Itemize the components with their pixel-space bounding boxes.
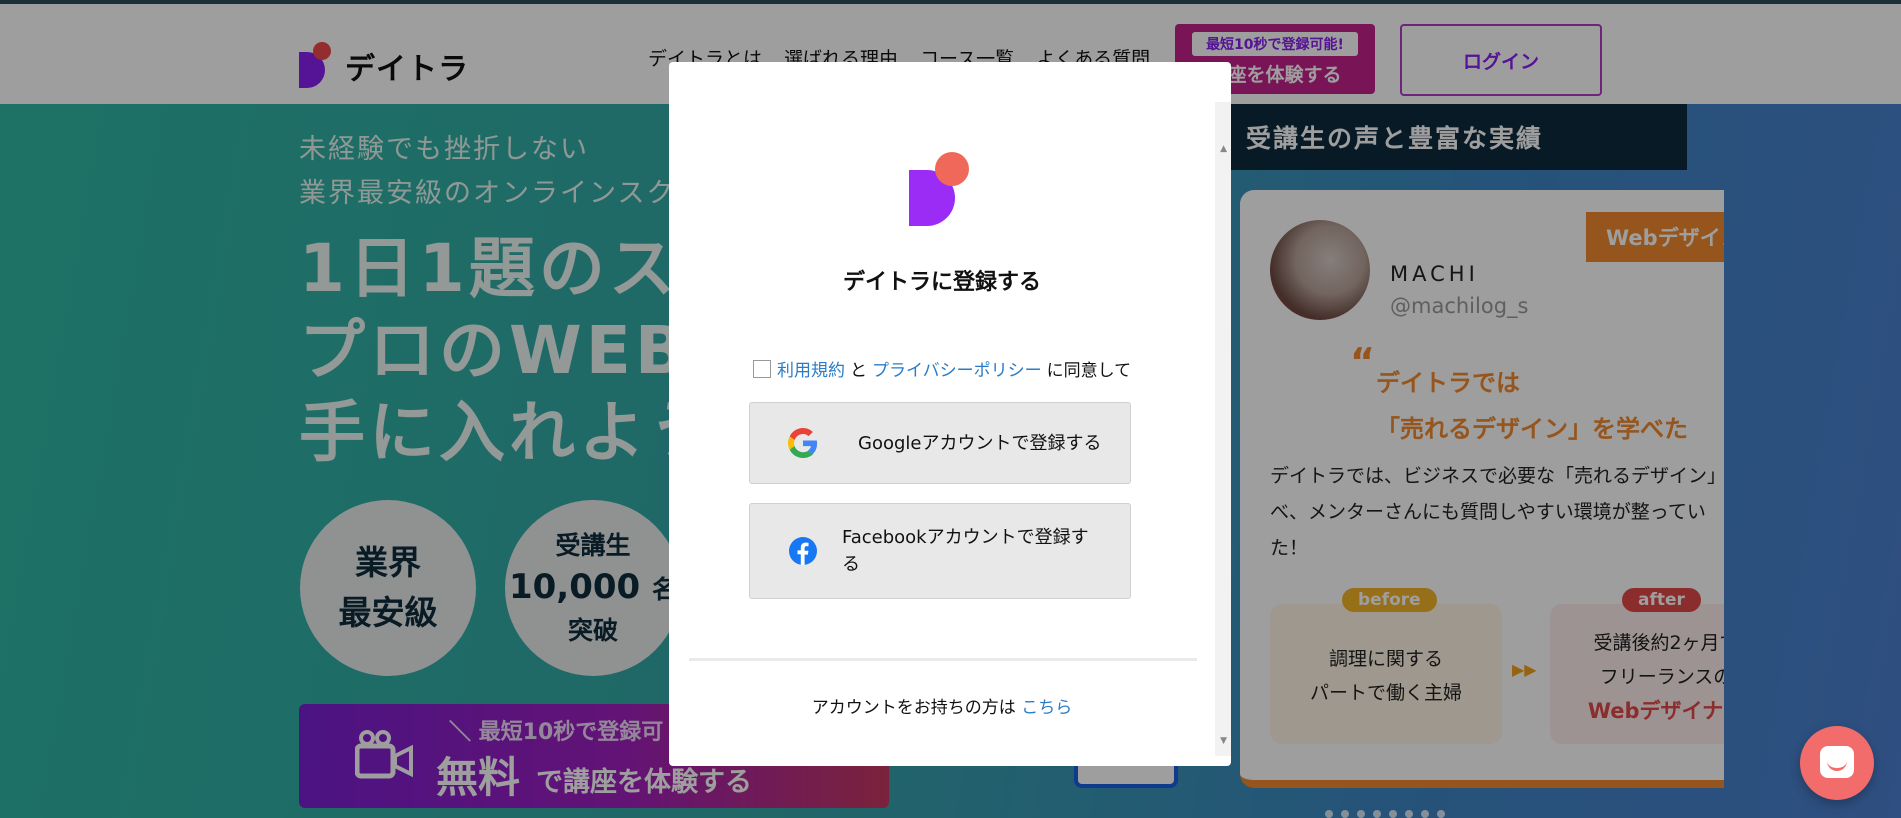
terms-agreement: 利用規約 と プライバシーポリシー に同意して [753, 356, 1136, 381]
scroll-up-icon[interactable]: ▲ [1220, 144, 1227, 154]
google-signup-button[interactable]: Googleアカウントで登録する [749, 402, 1131, 484]
modal-title: デイトラに登録する [842, 270, 1041, 295]
agree-suffix: に同意して [1046, 361, 1132, 381]
modal-divider [689, 658, 1197, 661]
terms-checkbox[interactable] [753, 359, 771, 378]
google-signup-label: Googleアカウントで登録する [858, 433, 1102, 454]
privacy-link[interactable]: プライバシーポリシー [872, 356, 1042, 381]
login-here-link[interactable]: こちら [1021, 698, 1072, 718]
facebook-signup-button[interactable]: Facebookアカウントで登録する [749, 503, 1131, 599]
modal-footer: アカウントをお持ちの方は こちら [669, 693, 1215, 718]
facebook-signup-label: Facebookアカウントで登録する [842, 527, 1089, 575]
and-text: と [850, 361, 867, 381]
chat-launcher-button[interactable] [1800, 726, 1874, 800]
terms-link[interactable]: 利用規約 [777, 356, 845, 381]
signup-modal: ▲ ▼ デイトラに登録する 利用規約 と プライバシーポリシー に同意して Go… [669, 62, 1231, 766]
footer-text: アカウントをお持ちの方は [811, 698, 1016, 718]
facebook-logo-icon [789, 537, 817, 565]
modal-logo-icon [909, 152, 979, 230]
google-logo-icon [788, 428, 818, 458]
chat-bubble-icon [1820, 746, 1854, 778]
modal-scrollbar[interactable]: ▲ ▼ [1215, 102, 1231, 756]
scroll-down-icon[interactable]: ▼ [1220, 736, 1227, 746]
